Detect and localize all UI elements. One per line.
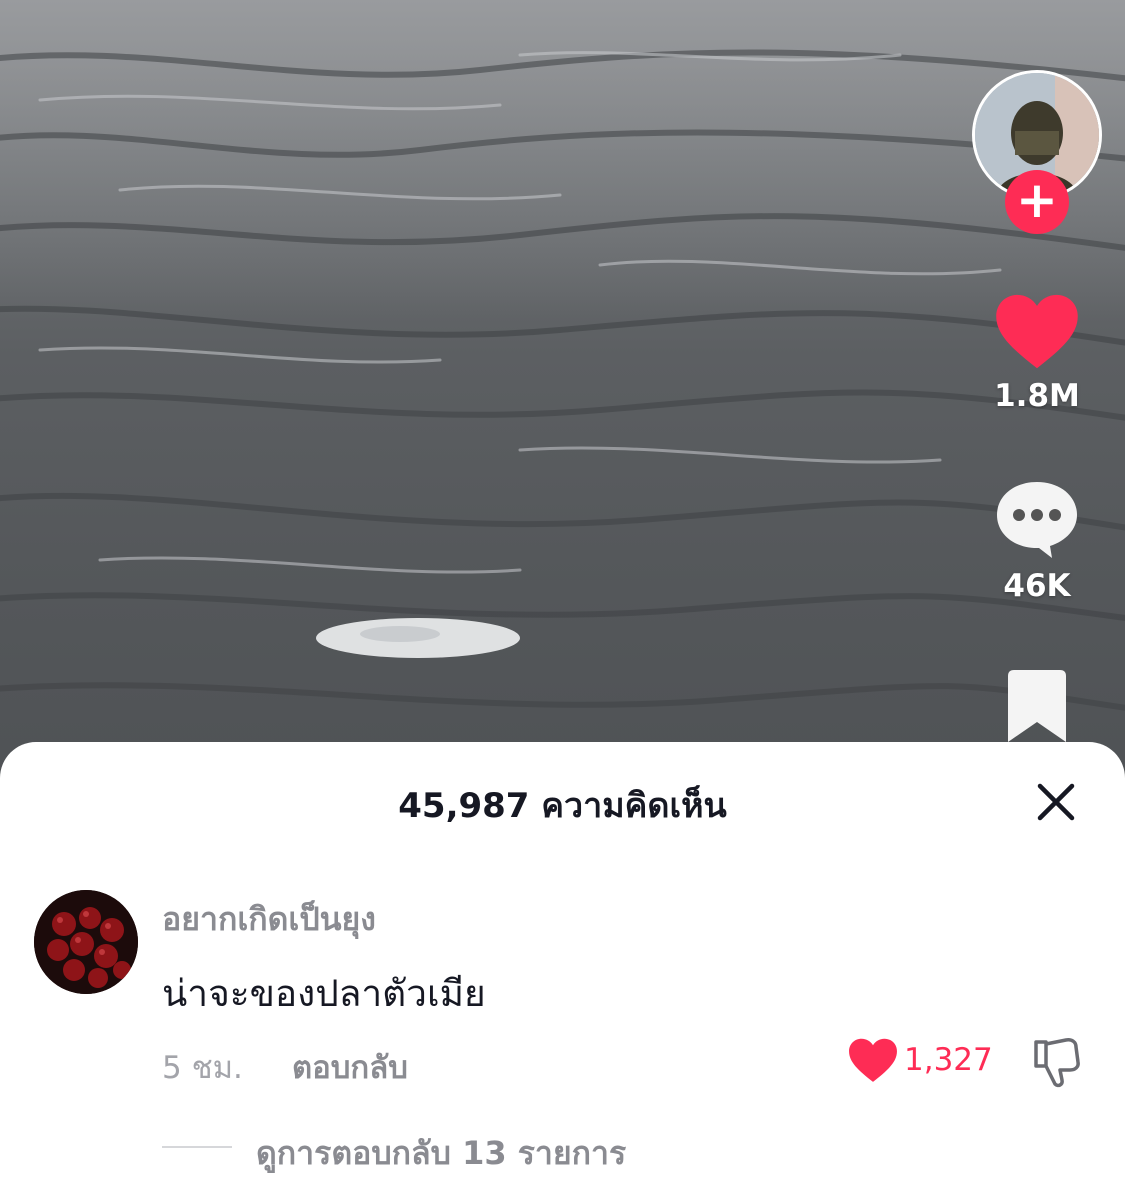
heart-icon [996, 294, 1078, 369]
video-comment-count: 46K [1003, 568, 1071, 604]
water-background [0, 0, 1125, 711]
bookmark-icon [1008, 670, 1066, 742]
creator-avatar-group[interactable]: + [972, 70, 1102, 234]
close-icon [1037, 783, 1075, 821]
view-replies-button[interactable]: ดูการตอบกลับ 13 รายการ [256, 1128, 626, 1179]
comments-sheet-title: 45,987 ความคิดเห็น [398, 786, 727, 826]
thumbs-down-icon [1034, 1038, 1080, 1088]
comment-like-count: 1,327 [904, 1042, 993, 1078]
heart-icon [849, 1038, 897, 1082]
comments-sheet: 45,987 ความคิดเห็น อยากเกิดเป็นยุง น่าจะ… [0, 742, 1125, 1200]
comment-username[interactable]: อยากเกิดเป็นยุง [162, 894, 376, 945]
replies-divider [162, 1146, 232, 1148]
comment-like-button[interactable]: 1,327 [848, 1034, 993, 1086]
close-button[interactable] [1030, 776, 1082, 828]
comment-text: น่าจะของปลาตัวเมีย [162, 972, 486, 1015]
commenter-avatar[interactable] [34, 890, 138, 994]
reply-button[interactable]: ตอบกลับ [292, 1042, 408, 1092]
like-video-button[interactable]: 1.8M [985, 292, 1089, 414]
save-video-button[interactable] [985, 670, 1089, 746]
commenter-avatar-image [34, 890, 138, 994]
plus-icon: + [1016, 171, 1058, 229]
video-like-count: 1.8M [994, 378, 1080, 414]
follow-button[interactable]: + [1005, 170, 1069, 234]
dislike-button[interactable] [1028, 1034, 1084, 1090]
comments-button[interactable]: 46K [985, 478, 1089, 604]
comment-timestamp: 5 ชม. [162, 1050, 243, 1086]
chat-bubble-icon [997, 482, 1077, 558]
video-player[interactable] [0, 0, 1125, 790]
